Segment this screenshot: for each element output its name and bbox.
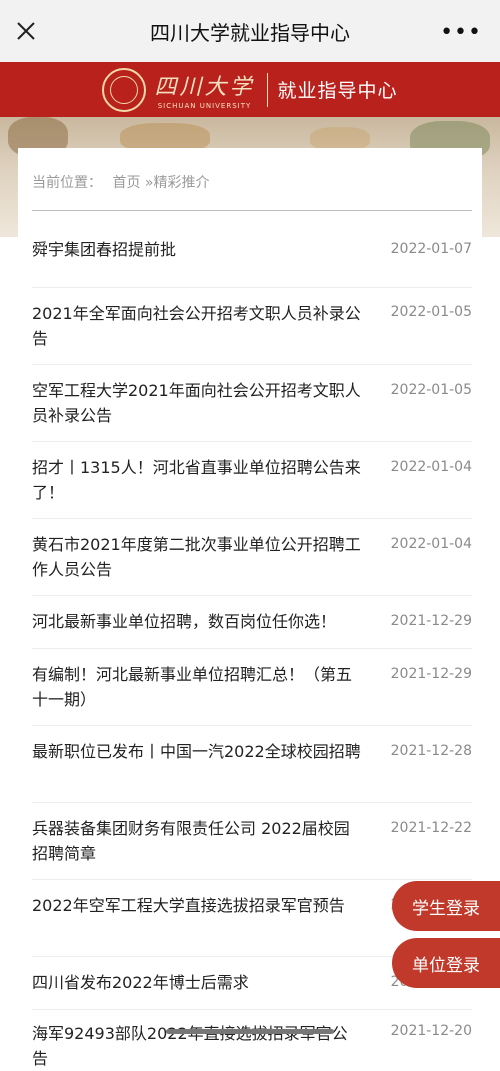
- brand-header: 四川大学 SICHUAN UNIVERSITY 就业指导中心: [0, 62, 500, 117]
- list-item[interactable]: 最新职位已发布丨中国一汽2022全球校园招聘 2021-12-28: [32, 726, 472, 803]
- article-title: 2022年空军工程大学直接选拔招录军官预告: [32, 896, 345, 915]
- list-item[interactable]: 兵器装备集团财务有限责任公司 2022届校园招聘简章 2021-12-22: [32, 803, 472, 880]
- close-icon[interactable]: [14, 19, 38, 43]
- article-title: 兵器装备集团财务有限责任公司 2022届校园招聘简章: [32, 819, 350, 863]
- article-date: 2021-12-22: [390, 820, 472, 836]
- list-item[interactable]: 招才丨1315人！河北省直事业单位招聘公告来了！ 2022-01-04: [32, 442, 472, 519]
- article-date: 2022-01-04: [390, 536, 472, 552]
- article-date: 2022-01-07: [390, 241, 472, 257]
- top-nav-bar: 四川大学就业指导中心 •••: [0, 0, 500, 62]
- brand-divider: [266, 72, 268, 107]
- article-date: 2021-12-28: [390, 743, 472, 759]
- page-title: 四川大学就业指导中心: [150, 20, 350, 45]
- breadcrumb-home-link[interactable]: 首页: [112, 175, 140, 191]
- article-date: 2021-12-29: [390, 666, 472, 682]
- article-date: 2022-01-04: [390, 459, 472, 475]
- list-item[interactable]: 空军工程大学2021年面向社会公开招考文职人员补录公告 2022-01-05: [32, 365, 472, 442]
- article-title: 招才丨1315人！河北省直事业单位招聘公告来了！: [32, 458, 361, 502]
- breadcrumb-label: 当前位置：: [32, 175, 102, 191]
- university-wordmark: 四川大学 SICHUAN UNIVERSITY: [154, 69, 254, 110]
- article-title: 有编制！河北最新事业单位招聘汇总！（第五十一期）: [32, 665, 353, 709]
- article-date: 2022-01-05: [390, 382, 472, 398]
- article-date: 2021-12-29: [390, 613, 472, 629]
- university-seal-logo: [102, 67, 147, 112]
- article-title: 最新职位已发布丨中国一汽2022全球校园招聘: [32, 742, 361, 761]
- list-item[interactable]: 海军92493部队2022年直接选拔招录军官公告 2021-12-20: [32, 1010, 472, 1070]
- list-item[interactable]: 黄石市2021年度第二批次事业单位公开招聘工作人员公告 2022-01-04: [32, 519, 472, 596]
- article-title: 黄石市2021年度第二批次事业单位公开招聘工作人员公告: [32, 535, 361, 579]
- article-title: 舜宇集团春招提前批: [32, 240, 177, 259]
- article-title: 空军工程大学2021年面向社会公开招考文职人员补录公告: [32, 381, 361, 425]
- list-item[interactable]: 河北最新事业单位招聘，数百岗位任你选！ 2021-12-29: [32, 596, 472, 649]
- article-title: 2021年全军面向社会公开招考文职人员补录公告: [32, 304, 361, 348]
- university-name-en: SICHUAN UNIVERSITY: [157, 102, 252, 110]
- list-item[interactable]: 2021年全军面向社会公开招考文职人员补录公告 2022-01-05: [32, 288, 472, 365]
- home-indicator[interactable]: [166, 1029, 334, 1034]
- center-name: 就业指导中心: [277, 80, 398, 102]
- article-date: 2022-01-05: [390, 304, 472, 320]
- breadcrumb: 当前位置： 首页 »精彩推介: [32, 172, 215, 192]
- list-item[interactable]: 舜宇集团春招提前批 2022-01-07: [32, 211, 472, 288]
- university-name-cn: 四川大学: [154, 75, 255, 100]
- list-item[interactable]: 有编制！河北最新事业单位招聘汇总！（第五十一期） 2021-12-29: [32, 649, 472, 726]
- article-title: 河北最新事业单位招聘，数百岗位任你选！: [32, 612, 337, 631]
- article-title: 四川省发布2022年博士后需求: [32, 973, 249, 992]
- more-options-icon[interactable]: •••: [440, 20, 482, 45]
- employer-login-button[interactable]: 单位登录: [392, 938, 500, 988]
- article-date: 2021-12-20: [390, 1023, 472, 1039]
- breadcrumb-current: »精彩推介: [144, 175, 210, 191]
- student-login-button[interactable]: 学生登录: [392, 881, 500, 931]
